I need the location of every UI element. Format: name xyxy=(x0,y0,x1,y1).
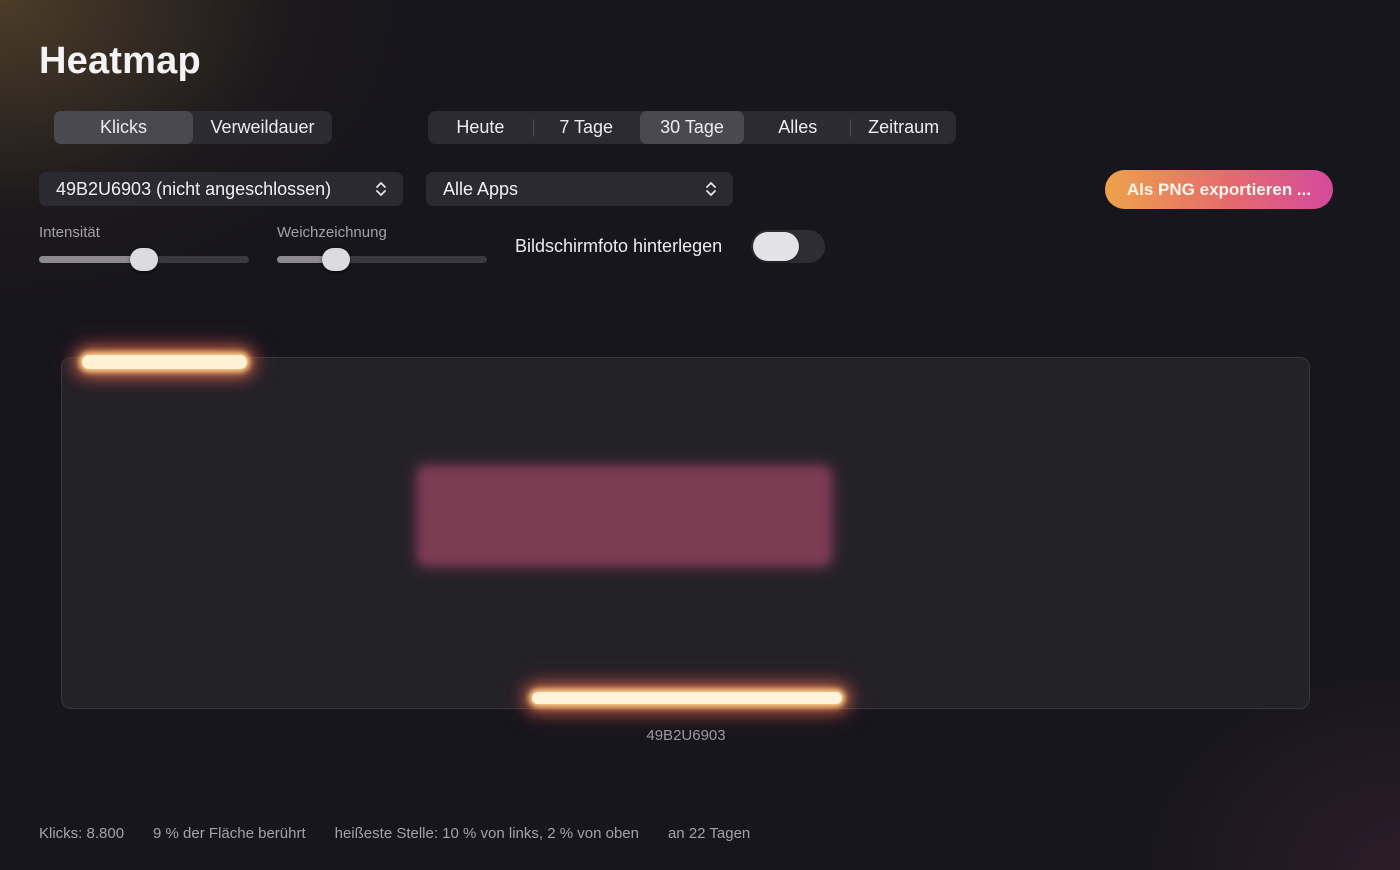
stat-hottest-spot: heißeste Stelle: 10 % von links, 2 % von… xyxy=(334,825,639,842)
blur-slider[interactable] xyxy=(277,248,487,271)
app-select-value: Alle Apps xyxy=(443,178,519,199)
heatmap-hotspot-bottom xyxy=(532,692,842,704)
range-option-all[interactable]: Alles xyxy=(745,111,850,144)
mode-option-dwell-time[interactable]: Verweildauer xyxy=(193,111,332,144)
screenshot-toggle[interactable] xyxy=(751,230,825,263)
mode-option-clicks[interactable]: Klicks xyxy=(54,111,193,144)
device-select[interactable]: 49B2U6903 (nicht angeschlossen) xyxy=(39,172,403,206)
range-option-7-days[interactable]: 7 Tage xyxy=(534,111,639,144)
heatmap-warm-region xyxy=(417,466,832,566)
stats-bar: Klicks: 8.800 9 % der Fläche berührt hei… xyxy=(39,825,750,842)
heatmap-hotspot-top xyxy=(82,355,247,369)
mode-segmented-control: Klicks Verweildauer xyxy=(54,111,332,144)
page-title: Heatmap xyxy=(39,40,201,82)
range-option-custom[interactable]: Zeitraum xyxy=(851,111,956,144)
updown-chevron-icon xyxy=(376,182,386,196)
app-select[interactable]: Alle Apps xyxy=(426,172,733,206)
range-option-today[interactable]: Heute xyxy=(428,111,533,144)
export-png-button[interactable]: Als PNG exportieren ... xyxy=(1105,170,1333,209)
updown-chevron-icon xyxy=(706,182,716,196)
intensity-label: Intensität xyxy=(39,224,100,241)
range-option-30-days[interactable]: 30 Tage xyxy=(639,111,745,144)
blur-slider-knob[interactable] xyxy=(321,248,350,271)
screenshot-toggle-label: Bildschirmfoto hinterlegen xyxy=(515,236,723,256)
intensity-slider-knob[interactable] xyxy=(130,248,158,271)
screenshot-toggle-knob xyxy=(753,232,799,261)
intensity-slider[interactable] xyxy=(39,248,249,271)
blur-label: Weichzeichnung xyxy=(277,224,387,241)
display-name-label: 49B2U6903 xyxy=(646,727,726,744)
intensity-slider-fill xyxy=(39,256,144,263)
stat-clicks: Klicks: 8.800 xyxy=(39,825,125,842)
stat-days: an 22 Tagen xyxy=(667,825,751,842)
heatmap-canvas xyxy=(61,355,1310,709)
device-select-value: 49B2U6903 (nicht angeschlossen) xyxy=(56,178,332,199)
stat-area-touched: 9 % der Fläche berührt xyxy=(153,825,306,842)
range-segmented-control: Heute 7 Tage 30 Tage Alles Zeitraum xyxy=(428,111,956,144)
